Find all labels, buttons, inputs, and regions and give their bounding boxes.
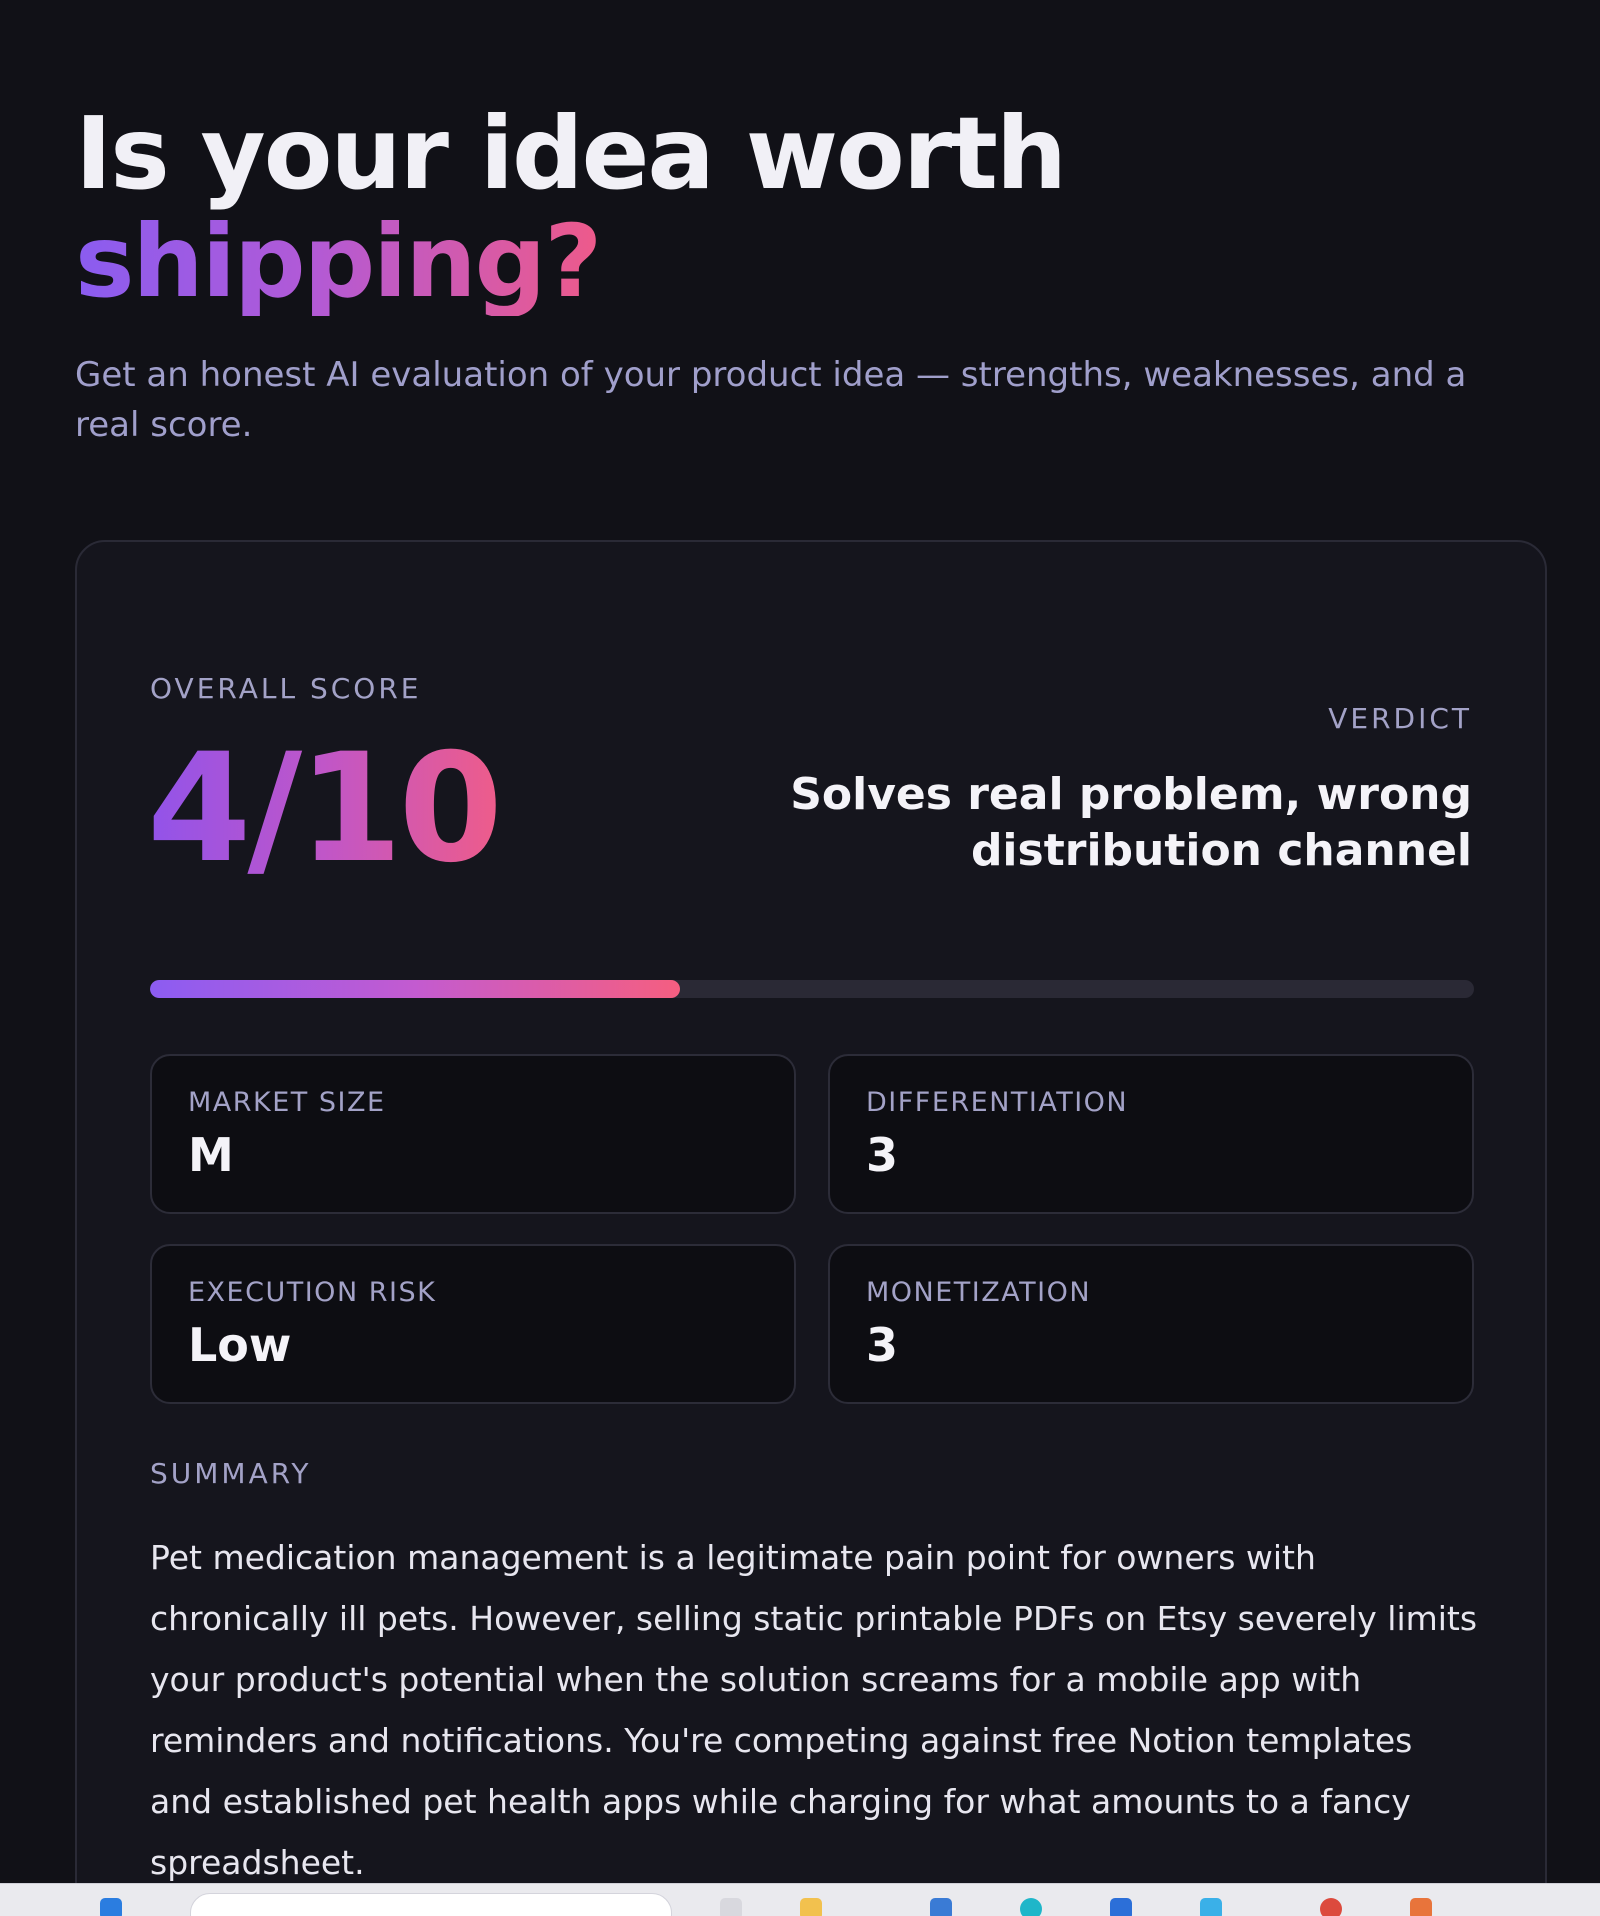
app-icon[interactable] [1410, 1898, 1432, 1916]
taskbar-search-box[interactable] [190, 1893, 672, 1916]
stat-value: 3 [866, 1318, 899, 1372]
edge-icon[interactable] [1020, 1898, 1042, 1916]
stat-market-size: MARKET SIZE M [150, 1054, 796, 1214]
score-progress-bar [150, 980, 1474, 998]
result-card: OVERALL SCORE 4/10 VERDICT Solves real p… [75, 540, 1547, 1916]
os-taskbar [0, 1883, 1600, 1916]
overall-score: 4/10 [147, 722, 503, 896]
stat-label: MONETIZATION [866, 1277, 1092, 1308]
score-label: OVERALL SCORE [150, 672, 422, 705]
stats-grid: MARKET SIZE M DIFFERENTIATION 3 EXECUTIO… [150, 1054, 1476, 1404]
stat-label: EXECUTION RISK [188, 1277, 437, 1308]
score-progress-fill [150, 980, 680, 998]
stat-label: MARKET SIZE [188, 1087, 386, 1118]
title-line1: Is your idea worth [75, 95, 1067, 212]
page-subtitle: Get an honest AI evaluation of your prod… [75, 355, 1467, 445]
verdict-text: Solves real problem, wrong distribution … [790, 769, 1472, 876]
app-icon[interactable] [1200, 1898, 1222, 1916]
stat-differentiation: DIFFERENTIATION 3 [828, 1054, 1474, 1214]
page-title: Is your idea worth shipping? [75, 100, 1535, 316]
stat-value: 3 [866, 1128, 899, 1182]
stat-monetization: MONETIZATION 3 [828, 1244, 1474, 1404]
chrome-icon[interactable] [1320, 1898, 1342, 1916]
folder-icon[interactable] [800, 1898, 822, 1916]
store-icon[interactable] [1110, 1898, 1132, 1916]
summary-text: Pet medication management is a legitimat… [150, 1538, 1478, 1882]
verdict-label: VERDICT [1328, 702, 1472, 735]
title-accent: shipping? [75, 203, 602, 320]
stat-label: DIFFERENTIATION [866, 1087, 1129, 1118]
stat-value: Low [188, 1318, 292, 1372]
stat-execution-risk: EXECUTION RISK Low [150, 1244, 796, 1404]
summary-label: SUMMARY [150, 1457, 312, 1490]
hero: Is your idea worth shipping? Get an hone… [75, 100, 1535, 450]
windows-icon[interactable] [100, 1898, 122, 1916]
mail-icon[interactable] [930, 1898, 952, 1916]
stat-value: M [188, 1128, 234, 1182]
file-icon[interactable] [720, 1898, 742, 1916]
